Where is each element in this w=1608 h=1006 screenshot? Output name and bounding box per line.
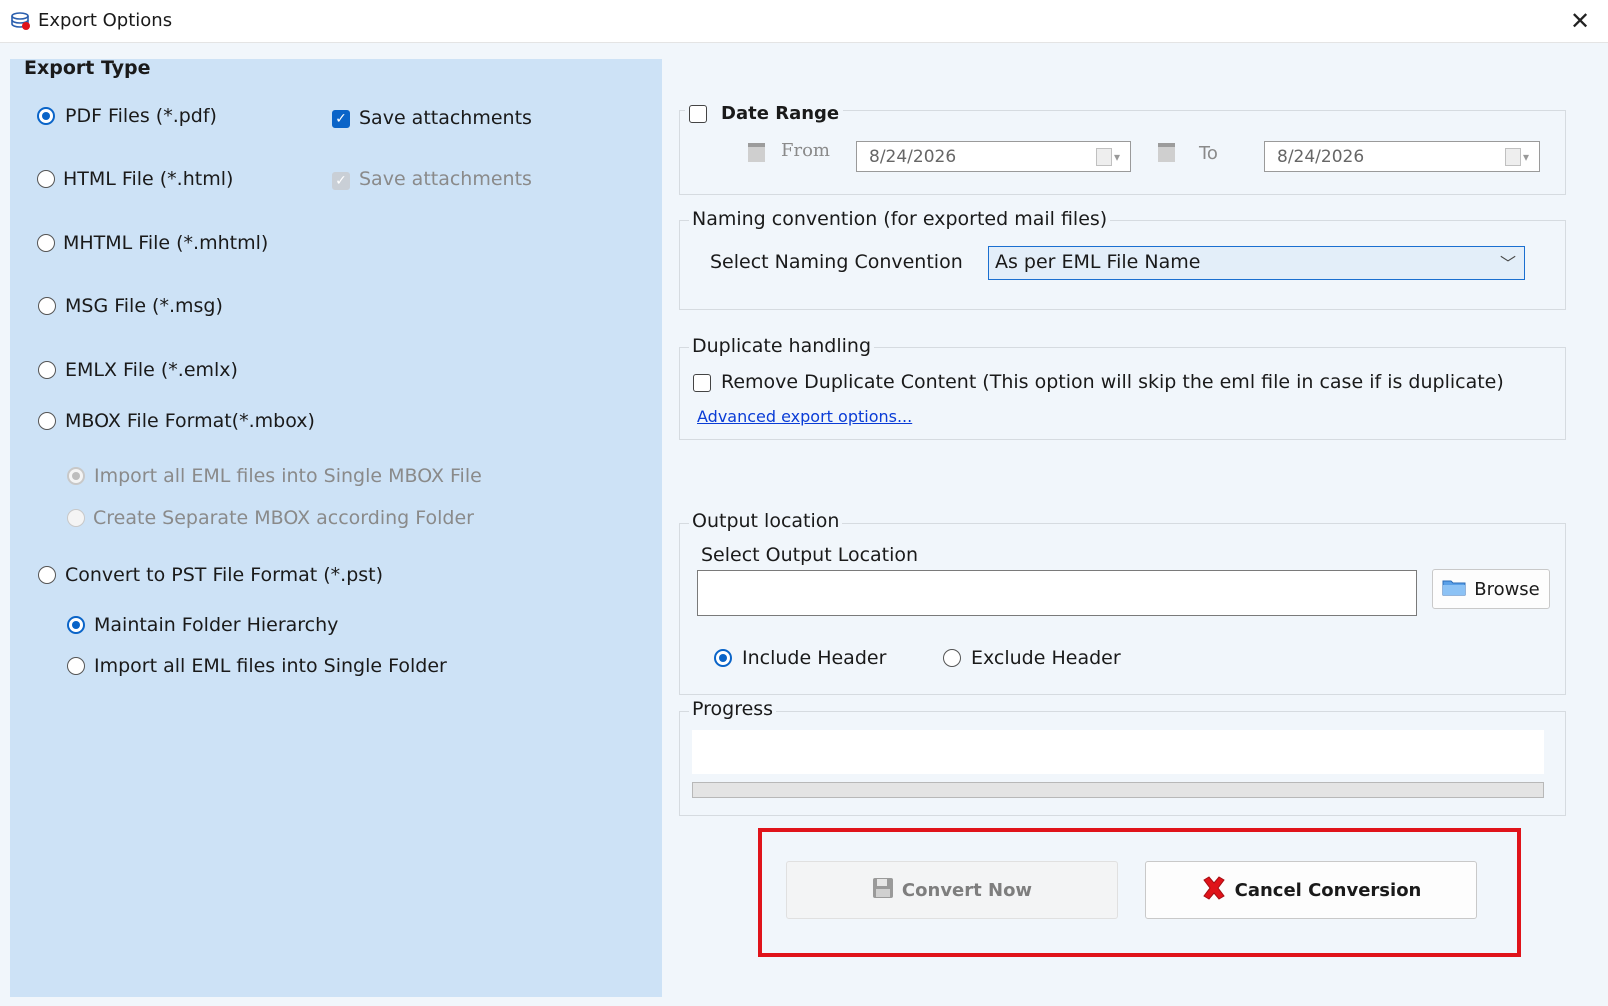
to-date-picker[interactable]: 8/24/2026 ▾ (1264, 141, 1540, 172)
close-icon: ✕ (1569, 7, 1591, 35)
radio-include-header[interactable] (714, 649, 732, 667)
naming-group-title: Naming convention (for exported mail fil… (689, 208, 1111, 230)
export-type-heading: Export Type (24, 57, 151, 79)
radio-exclude-header[interactable] (943, 649, 961, 667)
advanced-export-link[interactable]: Advanced export options... (697, 407, 912, 426)
progress-bar (692, 782, 1544, 798)
label-mbox-single: Import all EML files into Single MBOX Fi… (94, 465, 482, 487)
label-include-header: Include Header (742, 647, 887, 669)
from-date-value: 8/24/2026 (869, 147, 957, 167)
convert-now-button[interactable]: Convert Now (786, 861, 1118, 919)
date-range-header: Date Range (685, 102, 844, 124)
duplicate-group-title: Duplicate handling (689, 335, 875, 357)
naming-label: Select Naming Convention (710, 251, 963, 273)
output-group-title: Output location (689, 510, 843, 532)
output-path-input[interactable] (697, 570, 1417, 616)
from-label: From (781, 140, 830, 161)
naming-selected-value: As per EML File Name (995, 251, 1201, 273)
calendar-icon (748, 143, 765, 162)
html-save-attachments-label: Save attachments (359, 168, 532, 190)
label-mbox-separate: Create Separate MBOX according Folder (93, 507, 474, 529)
radio-pst[interactable] (38, 566, 56, 584)
label-mhtml: MHTML File (*.mhtml) (63, 232, 269, 254)
radio-html[interactable] (37, 170, 55, 188)
cancel-conversion-button[interactable]: Cancel Conversion (1145, 861, 1477, 919)
window-title: Export Options (38, 10, 173, 31)
from-date-picker[interactable]: 8/24/2026 ▾ (856, 141, 1131, 172)
remove-duplicate-checkbox[interactable] (693, 374, 711, 392)
convert-now-label: Convert Now (901, 879, 1033, 901)
browse-label: Browse (1474, 578, 1540, 600)
radio-pst-single-folder[interactable] (67, 657, 85, 675)
browse-button[interactable]: Browse (1432, 569, 1550, 609)
progress-status-area (692, 730, 1544, 774)
calendar-icon (1158, 143, 1175, 162)
pdf-save-attachments-checkbox[interactable]: ✓ (332, 110, 350, 128)
output-label: Select Output Location (701, 544, 919, 566)
label-pst: Convert to PST File Format (*.pst) (65, 564, 384, 586)
date-dropdown-icon: ▾ (1505, 148, 1531, 166)
close-button[interactable]: ✕ (1562, 4, 1598, 38)
remove-duplicate-label: Remove Duplicate Content (This option wi… (721, 371, 1504, 393)
date-range-label: Date Range (721, 103, 840, 124)
radio-msg[interactable] (38, 297, 56, 315)
to-label: To (1199, 143, 1218, 164)
title-bar: Export Options ✕ (0, 0, 1608, 43)
chevron-down-icon: ﹀ (1499, 254, 1516, 273)
naming-select[interactable]: As per EML File Name ﹀ (988, 246, 1525, 280)
to-date-value: 8/24/2026 (1277, 147, 1365, 167)
radio-mbox[interactable] (38, 412, 56, 430)
cancel-conversion-label: Cancel Conversion (1234, 879, 1422, 901)
pdf-save-attachments-label: Save attachments (359, 107, 532, 129)
label-exclude-header: Exclude Header (971, 647, 1121, 669)
progress-group-title: Progress (689, 698, 777, 720)
radio-mbox-separate[interactable] (67, 509, 85, 527)
label-pdf: PDF Files (*.pdf) (65, 105, 217, 127)
radio-mbox-single[interactable] (67, 467, 85, 485)
radio-emlx[interactable] (38, 361, 56, 379)
label-msg: MSG File (*.msg) (65, 295, 223, 317)
label-pst-hierarchy: Maintain Folder Hierarchy (94, 614, 339, 636)
date-range-checkbox[interactable] (689, 104, 707, 123)
date-dropdown-icon: ▾ (1096, 148, 1122, 166)
folder-icon (1442, 578, 1466, 601)
label-mbox: MBOX File Format(*.mbox) (65, 410, 315, 432)
radio-mhtml[interactable] (37, 234, 55, 252)
label-pst-single-folder: Import all EML files into Single Folder (94, 655, 447, 677)
label-emlx: EMLX File (*.emlx) (65, 359, 238, 381)
cancel-x-icon (1201, 875, 1227, 906)
radio-pst-hierarchy[interactable] (67, 616, 85, 634)
label-html: HTML File (*.html) (63, 168, 234, 190)
radio-pdf[interactable] (37, 107, 55, 125)
duplicate-group (679, 347, 1566, 440)
html-save-attachments-checkbox[interactable]: ✓ (332, 172, 350, 190)
app-logo-icon (10, 10, 32, 32)
save-disk-icon (872, 877, 894, 904)
